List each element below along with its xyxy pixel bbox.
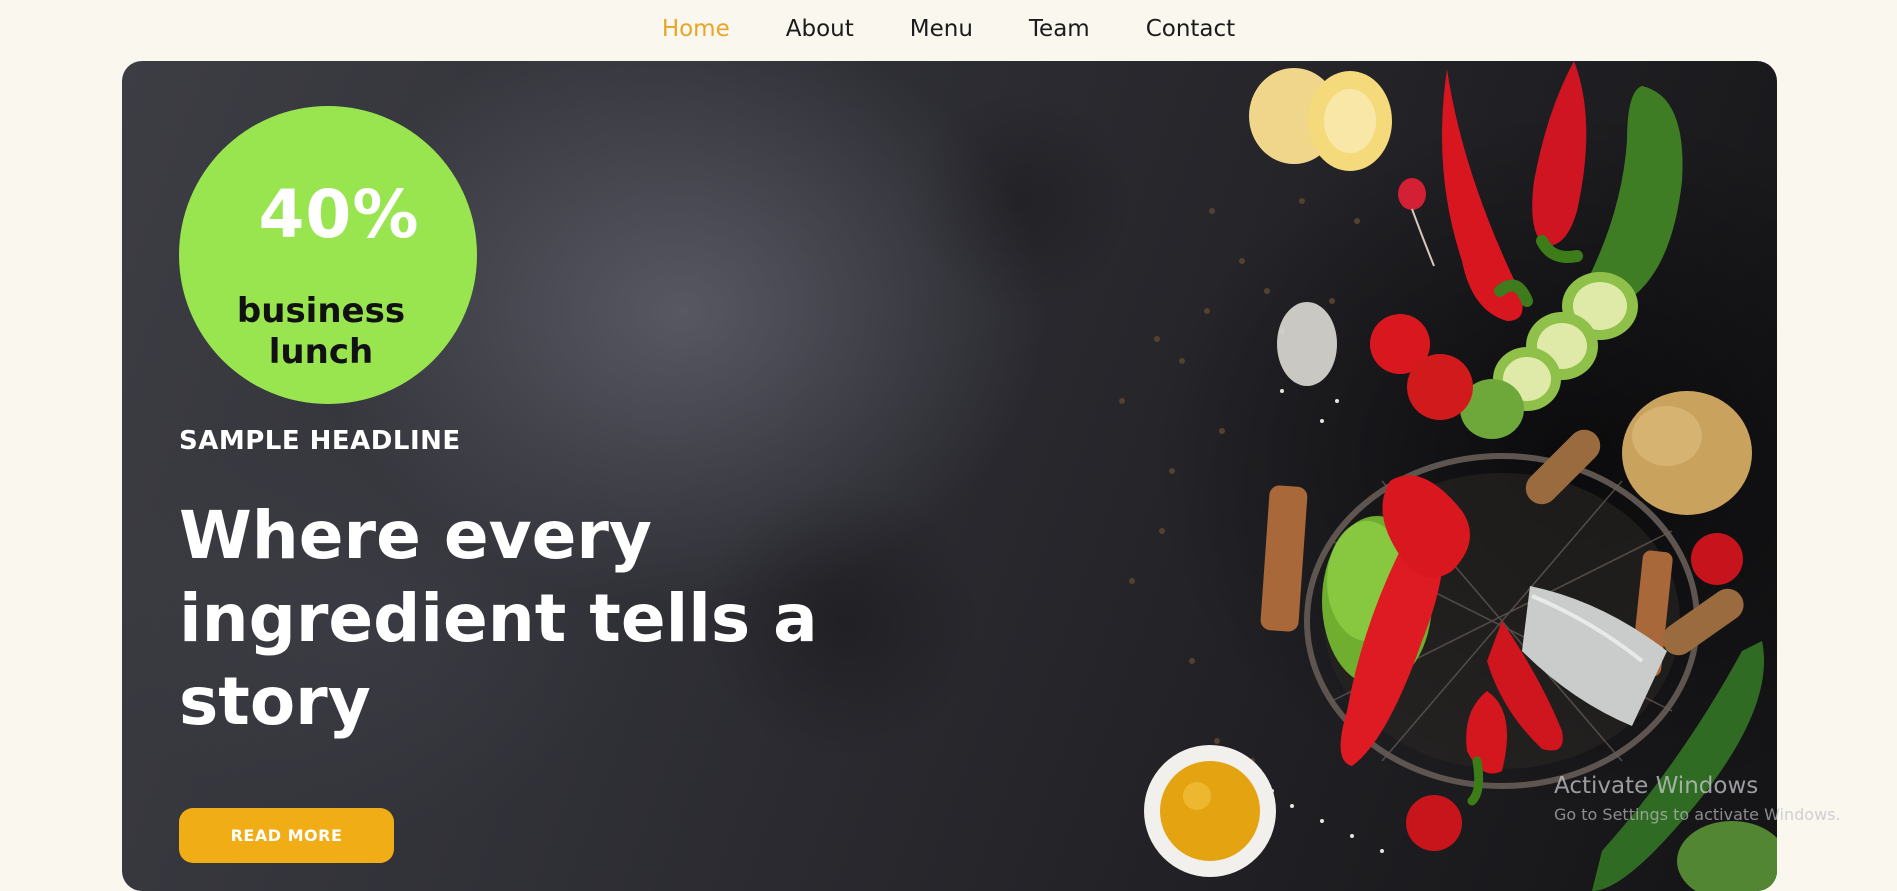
watermark-title: Activate Windows (1554, 773, 1759, 799)
nav-item-menu[interactable]: Menu (910, 16, 973, 42)
hero-eyebrow: SAMPLE HEADLINE (179, 426, 461, 456)
read-more-button[interactable]: READ MORE (179, 808, 394, 863)
promo-label-line1: business (236, 291, 406, 331)
windows-activation-watermark: Activate Windows Go to Settings to activ… (1554, 773, 1841, 824)
hero-headline: Where every ingredient tells a story (179, 497, 818, 740)
promo-label: business lunch (179, 291, 477, 373)
nav-item-about[interactable]: About (786, 16, 854, 42)
top-navigation: Home About Menu Team Contact (0, 0, 1897, 60)
nav-item-contact[interactable]: Contact (1146, 16, 1235, 42)
hero-banner: 40% business lunch SAMPLE HEADLINE Where… (122, 61, 1777, 891)
promo-percent: 40% (258, 176, 420, 253)
nav-item-home[interactable]: Home (662, 16, 730, 42)
watermark-subtitle: Go to Settings to activate Windows. (1554, 805, 1841, 824)
promo-label-line2: lunch (268, 332, 374, 372)
promo-badge: 40% business lunch (179, 106, 477, 404)
nav-item-team[interactable]: Team (1029, 16, 1090, 42)
